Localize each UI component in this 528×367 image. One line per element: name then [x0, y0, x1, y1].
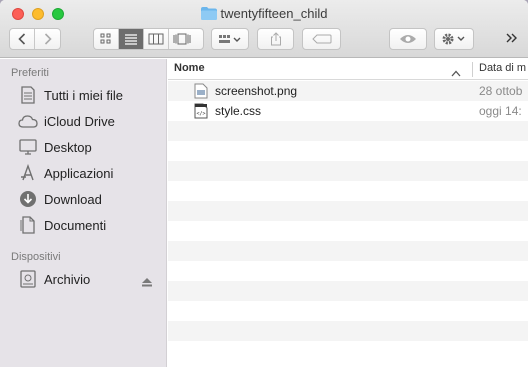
sidebar-item-label: Applicazioni — [44, 165, 114, 181]
download-icon — [18, 189, 38, 209]
desktop-icon — [18, 137, 38, 157]
file-date: oggi 14: — [479, 104, 522, 118]
gear-icon — [442, 33, 465, 45]
grid-icon — [100, 33, 111, 44]
window-title: twentyfifteen_child — [0, 6, 528, 23]
favorites-header: Preferiti — [11, 67, 49, 79]
arrange-button[interactable] — [211, 28, 249, 50]
svg-text:</>: </> — [196, 111, 205, 117]
sidebar: Preferiti Tutti i miei file iCloud Drive… — [0, 59, 167, 367]
column-divider[interactable] — [472, 62, 473, 77]
empty-row — [168, 301, 528, 321]
empty-row — [168, 121, 528, 141]
eject-button[interactable] — [142, 275, 152, 290]
coverflow-icon — [173, 33, 190, 45]
column-header-name[interactable]: Nome — [174, 62, 205, 74]
empty-row — [168, 181, 528, 201]
list-icon — [125, 34, 137, 45]
sidebar-item-label: iCloud Drive — [44, 113, 115, 129]
coverflow-view-button[interactable] — [169, 29, 194, 49]
png-file-icon — [194, 83, 208, 102]
double-chevron-right-icon — [506, 33, 517, 43]
cloud-icon — [18, 111, 38, 131]
empty-row — [168, 241, 528, 261]
applications-icon — [18, 163, 38, 183]
finder-window: twentyfifteen_child Preferiti Tutti i mi… — [0, 0, 528, 367]
folder-icon — [200, 7, 217, 23]
eye-icon — [400, 35, 416, 43]
sidebar-item-applications[interactable]: Applicazioni — [18, 161, 113, 185]
sidebar-item-label: Desktop — [44, 139, 92, 155]
list-view-button[interactable] — [119, 29, 144, 49]
arrange-icon — [219, 35, 241, 43]
chevron-left-icon — [18, 33, 26, 45]
sidebar-item-label: Archivio — [44, 271, 91, 287]
file-name: screenshot.png — [215, 84, 298, 98]
empty-row — [168, 261, 528, 281]
empty-row — [168, 321, 528, 341]
tag-icon — [311, 34, 331, 44]
eject-icon — [142, 278, 152, 287]
sort-ascending-icon — [451, 65, 461, 80]
empty-row — [168, 341, 528, 361]
icon-view-button[interactable] — [94, 29, 119, 49]
css-file-icon: </> — [194, 103, 208, 122]
empty-row — [168, 281, 528, 301]
share-button[interactable] — [257, 28, 294, 50]
table-row[interactable]: screenshot.png 28 ottob — [168, 81, 528, 101]
sidebar-item-label: Tutti i miei file — [44, 87, 123, 103]
sidebar-item-icloud-drive[interactable]: iCloud Drive — [18, 109, 115, 133]
file-list: screenshot.png 28 ottob </> style.css og… — [168, 81, 528, 367]
action-button[interactable] — [434, 28, 474, 50]
empty-row — [168, 161, 528, 181]
sidebar-item-documents[interactable]: Documenti — [18, 213, 106, 237]
toolbar-overflow-button[interactable] — [505, 32, 519, 47]
titlebar: twentyfifteen_child — [0, 0, 528, 58]
sidebar-item-desktop[interactable]: Desktop — [18, 135, 92, 159]
view-mode-control — [93, 28, 204, 50]
empty-row — [168, 201, 528, 221]
documents-icon — [18, 215, 38, 235]
disk-icon — [18, 269, 38, 289]
file-name: style.css — [215, 104, 262, 118]
quick-look-button[interactable] — [389, 28, 427, 50]
sidebar-item-label: Documenti — [44, 217, 107, 233]
file-date: 28 ottob — [479, 84, 523, 98]
sidebar-item-archivio[interactable]: Archivio — [18, 267, 90, 291]
nav-buttons — [9, 28, 61, 50]
columns-icon — [148, 33, 164, 45]
devices-header: Dispositivi — [11, 251, 61, 263]
column-view-button[interactable] — [144, 29, 169, 49]
window-title-text: twentyfifteen_child — [220, 6, 328, 21]
sidebar-item-label: Download — [44, 191, 102, 207]
chevron-right-icon — [44, 33, 52, 45]
sidebar-item-download[interactable]: Download — [18, 187, 102, 211]
share-icon — [270, 32, 281, 46]
table-row[interactable]: </> style.css oggi 14: — [168, 101, 528, 121]
forward-button[interactable] — [35, 29, 60, 49]
empty-row — [168, 141, 528, 161]
sidebar-item-all-files[interactable]: Tutti i miei file — [18, 83, 123, 107]
back-button[interactable] — [10, 29, 35, 49]
list-header: Nome Data di m — [168, 59, 528, 80]
all-files-icon — [18, 85, 38, 105]
empty-row — [168, 221, 528, 241]
tags-button[interactable] — [302, 28, 341, 50]
column-header-date[interactable]: Data di m — [479, 62, 526, 74]
